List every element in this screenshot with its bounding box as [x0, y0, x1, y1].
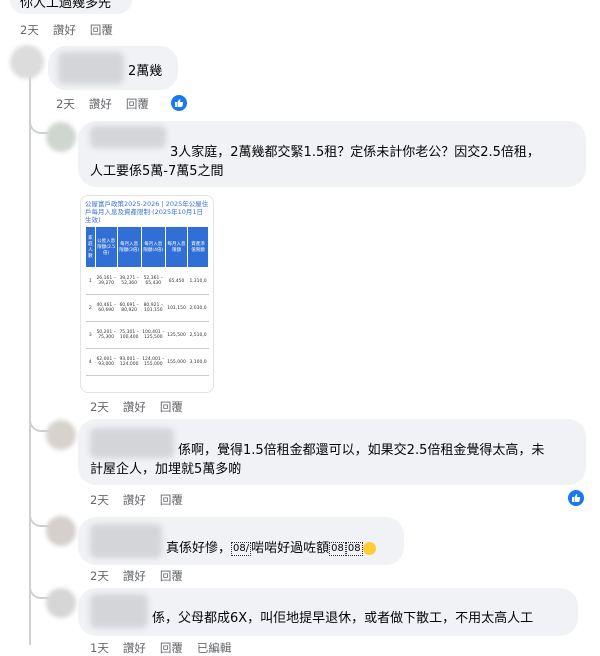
blurred-username[interactable]	[90, 524, 162, 558]
edited-label: 已編輯	[196, 641, 232, 655]
time-label: 2天	[90, 493, 109, 507]
cell: 1	[85, 267, 96, 295]
image-table-row: 1 26,161 – 39,270 39,271 – 52,360 52,361 – …	[85, 267, 209, 295]
reply-button[interactable]: 回覆	[160, 640, 183, 656]
like-button[interactable]: 讚好	[123, 568, 146, 584]
image-title: 公屋富戶政策2025-2026 | 2025年公屋住戶每月入息及資產限制 (20…	[85, 200, 209, 224]
cell: 2,510,0	[187, 321, 209, 349]
thread-curve-c4	[29, 511, 49, 527]
image-table-row: 4 62,001 – 93,000 93,001 – 124,000 124,001 …	[85, 348, 209, 376]
comment-text-3-line2: 計屋企人，加埋就5萬多啲	[90, 462, 242, 477]
cell: 50,201 – 75,300	[95, 321, 118, 349]
cell: 80,921 – 101,150	[141, 294, 166, 322]
cell: 1,310,0	[187, 267, 209, 295]
cell: 26,161 – 39,270	[95, 267, 118, 295]
comment-actions-1: 2天 讚好 回覆	[56, 96, 149, 112]
blurred-username[interactable]	[90, 594, 148, 628]
cell: 2	[85, 294, 96, 322]
cell: 100,401 – 125,500	[141, 321, 166, 349]
image-table-row: 2 40,461 – 60,690 60,691 – 80,920 80,921 – …	[85, 294, 209, 322]
attached-image[interactable]: 公屋富戶政策2025-2026 | 2025年公屋住戶每月入息及資產限制 (20…	[80, 195, 214, 393]
time-label: 2天	[56, 97, 75, 111]
like-reaction-icon[interactable]	[171, 95, 187, 111]
image-table-header: 每月入息限額(3倍)	[116, 226, 142, 268]
comment-text-1: 2萬幾	[128, 64, 163, 79]
comment-text-5: 係，父母都成6X，叫佢地提早退休，或者做下散工，不用太高人工	[152, 611, 534, 626]
blurred-username[interactable]	[58, 52, 124, 84]
cell: 65,450	[165, 267, 188, 295]
cell: 3	[85, 321, 96, 349]
image-table-row: 3 50,201 – 75,300 75,301 – 100,400 100,401 …	[85, 321, 209, 349]
cell: 93,001 – 124,000	[117, 348, 142, 376]
time-label: 1天	[90, 641, 109, 655]
cell: 155,000	[165, 348, 188, 376]
comment-actions-top: 2天 讚好 回覆	[20, 22, 113, 38]
comment-actions-5: 1天 讚好 回覆 已編輯	[90, 640, 231, 656]
cell: 62,001 – 93,000	[95, 348, 118, 376]
comment-text-3-line1: 係啊，覺得1.5倍租金都還可以，如果交2.5倍租金覺得太高，未	[178, 443, 545, 458]
cell: 39,271 – 52,360	[117, 267, 142, 295]
reply-button[interactable]: 回覆	[160, 568, 183, 584]
time-label: 2天	[90, 569, 109, 583]
comment-text-top: 你人工過幾多先	[20, 0, 112, 11]
like-button[interactable]: 讚好	[123, 492, 146, 508]
cell: 60,691 – 80,920	[117, 294, 142, 322]
avatar[interactable]	[46, 588, 76, 618]
cell: 124,001 – 155,000	[141, 348, 166, 376]
avatar[interactable]	[10, 45, 44, 79]
image-table-header: 每月入息限額	[164, 226, 189, 268]
blurred-username[interactable]	[90, 126, 166, 148]
like-button[interactable]: 讚好	[53, 22, 76, 38]
emoji-box: 08/	[231, 541, 252, 556]
reply-button[interactable]: 回覆	[160, 492, 183, 508]
image-table-header: 每月入息限額(4倍)	[140, 226, 166, 268]
avatar[interactable]	[46, 420, 76, 450]
reply-button[interactable]: 回覆	[160, 399, 183, 415]
time-label: 2天	[20, 23, 39, 37]
image-table-header: 資產淨值限額	[187, 226, 209, 268]
image-table-header: 家庭人數	[85, 226, 96, 268]
comment-text: 啱啱好過咗額	[251, 541, 330, 556]
comment-actions-2: 2天 讚好 回覆	[90, 399, 183, 415]
emoji-box: 08	[329, 541, 346, 556]
cell: 101,150	[165, 294, 188, 322]
comment-text-2-line2: 人工要係5萬-7萬5之間	[90, 164, 224, 179]
comment-actions-3: 2天 讚好 回覆	[90, 492, 183, 508]
comment-text-4: 真係好慘， 08/啱啱好過咗額 08 08	[166, 539, 376, 559]
reply-button[interactable]: 回覆	[90, 22, 113, 38]
reply-button[interactable]: 回覆	[126, 96, 149, 112]
cell: 125,500	[165, 321, 188, 349]
cell: 3,100,0	[187, 348, 209, 376]
like-reaction-icon[interactable]	[568, 490, 584, 506]
emoji-box: 08	[345, 541, 363, 556]
comment-text: 真係好慘，	[166, 541, 232, 556]
cell: 52,361 – 65,430	[141, 267, 166, 295]
blurred-username[interactable]	[90, 428, 174, 458]
like-button[interactable]: 讚好	[89, 96, 112, 112]
cell: 2,030,0	[187, 294, 209, 322]
image-table-header: 公屋入息限額(2.5倍)	[94, 226, 118, 268]
cell: 4	[85, 348, 96, 376]
thread-line-main	[29, 75, 31, 645]
laughing-emoji-icon	[362, 542, 376, 555]
cell: 40,461 – 60,690	[95, 294, 118, 322]
comment-text-2-line1: 3人家庭，2萬幾都交緊1.5租？定係未計你老公？因交2.5倍租，	[170, 145, 540, 160]
avatar[interactable]	[46, 122, 76, 152]
comment-actions-4: 2天 讚好 回覆	[90, 568, 183, 584]
cell: 75,301 – 100,400	[117, 321, 142, 349]
thread-curve-c5	[29, 583, 49, 599]
time-label: 2天	[90, 400, 109, 414]
like-button[interactable]: 讚好	[123, 399, 146, 415]
like-button[interactable]: 讚好	[123, 640, 146, 656]
image-table: 家庭人數 公屋入息限額(2.5倍) 每月入息限額(3倍) 每月入息限額(4倍) …	[85, 226, 209, 376]
avatar[interactable]	[46, 516, 76, 546]
